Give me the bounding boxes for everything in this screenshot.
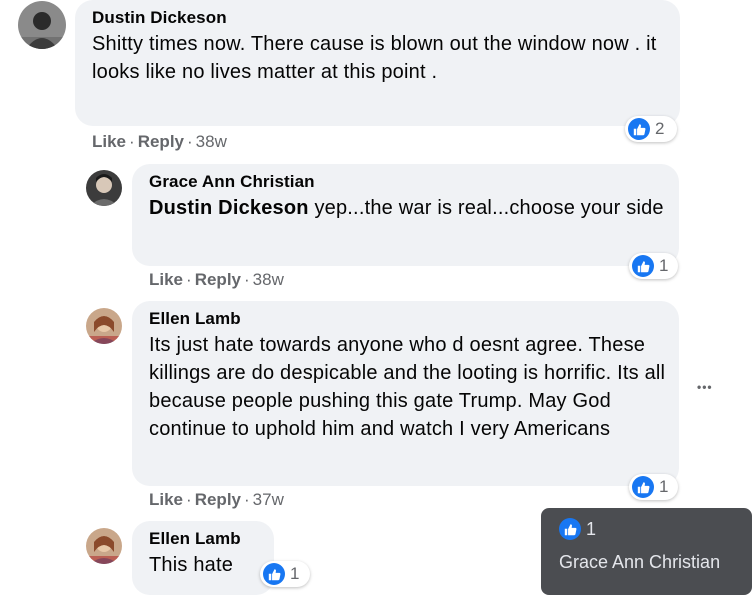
thumbs-up-icon — [263, 563, 285, 585]
avatar[interactable] — [86, 170, 122, 206]
comment-actions: Like · Reply · 37w — [149, 490, 284, 509]
comment-text: Dustin Dickeson yep...the war is real...… — [149, 197, 664, 219]
reaction-count: 1 — [659, 477, 669, 496]
reaction-summary[interactable]: 1 — [260, 561, 310, 587]
tooltip-reactor-name: Grace Ann Christian — [559, 552, 721, 572]
avatar[interactable] — [86, 528, 122, 564]
comment-text: This hate — [149, 554, 234, 576]
reply-link[interactable]: Reply — [195, 490, 241, 509]
reaction-tooltip: 1 Grace Ann Christian — [541, 508, 752, 595]
thumbs-up-icon — [632, 476, 654, 498]
comment-author[interactable]: Grace Ann Christian — [149, 172, 667, 192]
comment-text: Its just hate towards anyone who d oesnt… — [149, 334, 666, 440]
like-link[interactable]: Like — [92, 132, 126, 151]
comment-actions: Like · Reply · 38w — [92, 132, 227, 151]
comment-actions: Like · Reply · 38w — [149, 270, 284, 289]
reaction-count: 1 — [290, 564, 300, 583]
reaction-count: 1 — [659, 256, 669, 275]
avatar[interactable] — [86, 308, 122, 344]
more-options-button[interactable]: ••• — [697, 380, 713, 394]
reaction-summary[interactable]: 1 — [629, 474, 678, 500]
reaction-summary[interactable]: 1 — [629, 253, 678, 279]
comment-bubble: Grace Ann Christian Dustin Dickeson yep.… — [132, 164, 679, 266]
comment-author[interactable]: Ellen Lamb — [149, 309, 667, 329]
comment-bubble: Ellen Lamb Its just hate towards anyone … — [132, 301, 679, 486]
thumbs-up-icon — [628, 118, 650, 140]
timestamp[interactable]: 38w — [253, 270, 284, 289]
reaction-count: 2 — [655, 119, 665, 138]
timestamp[interactable]: 38w — [196, 132, 227, 151]
comment-author[interactable]: Ellen Lamb — [149, 529, 262, 549]
thumbs-up-icon — [632, 255, 654, 277]
reply-link[interactable]: Reply — [138, 132, 184, 151]
comment-text: Shitty times now. There cause is blown o… — [92, 33, 657, 83]
thumbs-up-icon — [559, 518, 581, 540]
avatar[interactable] — [18, 1, 66, 49]
timestamp[interactable]: 37w — [253, 490, 284, 509]
comment-bubble: Ellen Lamb This hate — [132, 521, 274, 595]
like-link[interactable]: Like — [149, 270, 183, 289]
tooltip-reaction-row: 1 — [559, 518, 734, 540]
reaction-summary[interactable]: 2 — [625, 116, 677, 142]
mention-link[interactable]: Dustin Dickeson — [149, 197, 309, 219]
comment-bubble: Dustin Dickeson Shitty times now. There … — [75, 0, 680, 126]
tooltip-count: 1 — [586, 518, 597, 539]
like-link[interactable]: Like — [149, 490, 183, 509]
reply-link[interactable]: Reply — [195, 270, 241, 289]
comment-author[interactable]: Dustin Dickeson — [92, 8, 668, 28]
